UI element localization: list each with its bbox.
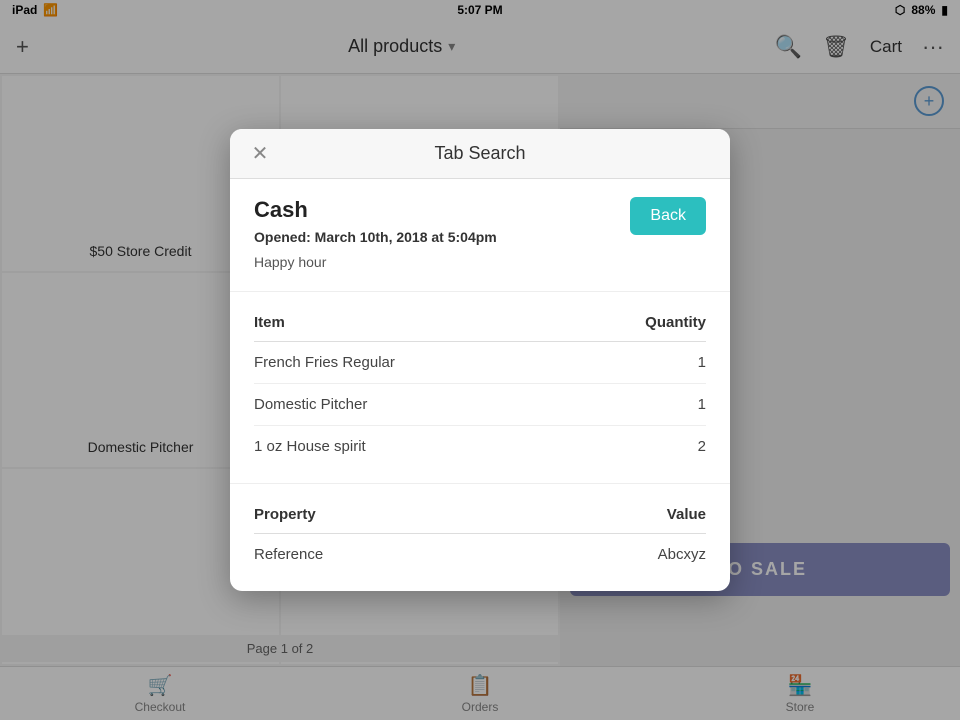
col-property-header: Property	[254, 500, 520, 534]
table-row: French Fries Regular 1	[254, 342, 706, 384]
table-row: Reference Abcxyz	[254, 534, 706, 576]
property-cell: Reference	[254, 534, 520, 576]
table-row: 1 oz House spirit 2	[254, 426, 706, 468]
quantity-cell: 1	[570, 342, 706, 384]
modal-body: Cash Opened: March 10th, 2018 at 5:04pm …	[230, 179, 730, 591]
modal-close-button[interactable]: ✕	[246, 140, 274, 168]
quantity-cell: 2	[570, 426, 706, 468]
cash-section: Cash Opened: March 10th, 2018 at 5:04pm …	[230, 179, 730, 292]
modal-header: ✕ Tab Search	[230, 129, 730, 179]
col-value-header: Value	[520, 500, 706, 534]
properties-table: Property Value Reference Abcxyz	[254, 500, 706, 575]
col-item-header: Item	[254, 308, 570, 342]
table-row: Domestic Pitcher 1	[254, 384, 706, 426]
cash-info: Cash Opened: March 10th, 2018 at 5:04pm …	[254, 197, 497, 273]
modal-title: Tab Search	[434, 143, 525, 164]
back-button[interactable]: Back	[630, 197, 706, 235]
happy-hour-label: Happy hour	[254, 252, 497, 273]
opened-line: Opened: March 10th, 2018 at 5:04pm	[254, 227, 497, 248]
items-table: Item Quantity French Fries Regular 1 Dom…	[254, 308, 706, 467]
value-cell: Abcxyz	[520, 534, 706, 576]
modal-overlay: ✕ Tab Search Cash Opened: March 10th, 20…	[0, 0, 960, 720]
opened-label: Opened:	[254, 229, 311, 245]
item-cell: Domestic Pitcher	[254, 384, 570, 426]
col-quantity-header: Quantity	[570, 308, 706, 342]
opened-date: March 10th, 2018 at 5:04pm	[315, 229, 497, 245]
items-table-section: Item Quantity French Fries Regular 1 Dom…	[230, 292, 730, 484]
item-cell: 1 oz House spirit	[254, 426, 570, 468]
tab-search-modal: ✕ Tab Search Cash Opened: March 10th, 20…	[230, 129, 730, 591]
item-cell: French Fries Regular	[254, 342, 570, 384]
quantity-cell: 1	[570, 384, 706, 426]
cash-title: Cash	[254, 197, 497, 223]
properties-section: Property Value Reference Abcxyz	[230, 484, 730, 591]
